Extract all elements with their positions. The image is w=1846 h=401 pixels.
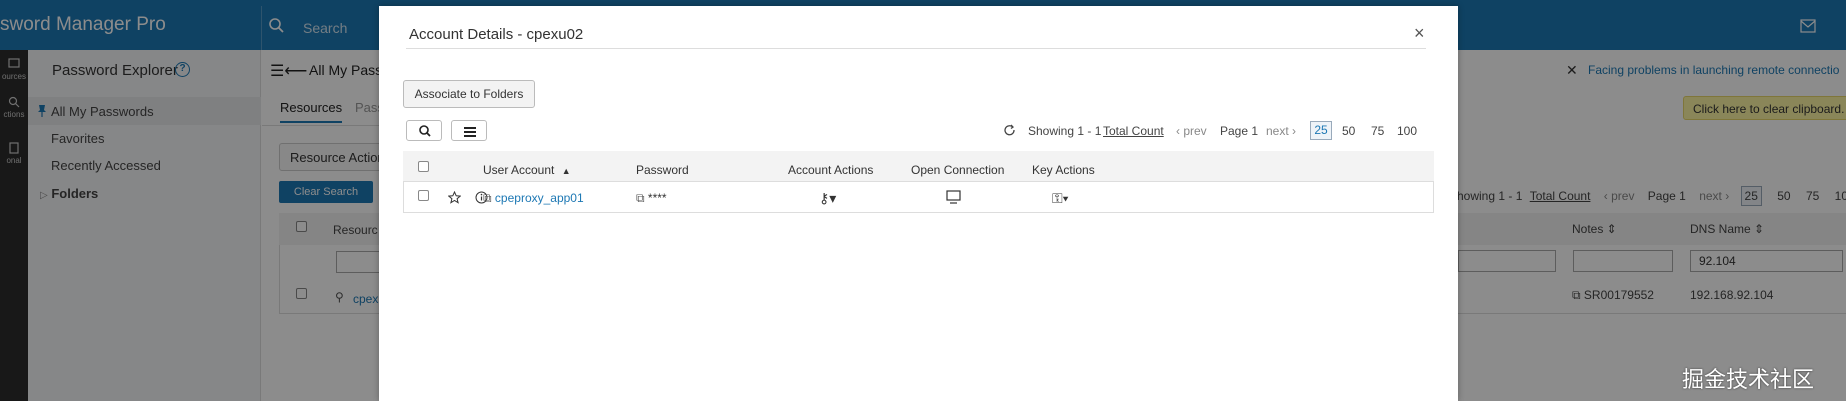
- page-size-75[interactable]: 75: [1371, 124, 1384, 138]
- modal-divider: [406, 48, 1426, 49]
- row-checkbox[interactable]: [418, 190, 429, 201]
- page-size-100[interactable]: 100: [1397, 124, 1417, 138]
- refresh-icon[interactable]: [1003, 124, 1016, 137]
- modal-title: Account Details - cpexu02: [409, 26, 584, 43]
- copy-icon[interactable]: ⧉: [636, 191, 645, 205]
- page-label: Page 1: [1220, 124, 1259, 138]
- close-icon[interactable]: ×: [1414, 23, 1425, 44]
- key-actions-column-header: Key Actions: [1032, 163, 1095, 177]
- page-size-25[interactable]: 25: [1310, 121, 1332, 140]
- user-account-column-header[interactable]: User Account ▲: [483, 163, 571, 177]
- open-connection-icon[interactable]: [946, 190, 962, 207]
- paging-showing: Showing 1 - 1: [1028, 124, 1102, 138]
- account-actions-column-header: Account Actions: [788, 163, 874, 177]
- password-cell: ⧉ ****: [636, 191, 667, 206]
- star-icon[interactable]: [448, 191, 461, 204]
- user-account-cell: ⧉ cpeproxy_app01: [483, 191, 584, 206]
- sort-icon[interactable]: ▲: [562, 166, 571, 176]
- search-icon: [419, 125, 431, 137]
- user-account-header-label: User Account: [483, 163, 555, 177]
- masked-password: ****: [647, 191, 667, 205]
- list-view-button[interactable]: [451, 120, 487, 141]
- next-page-link[interactable]: next ›: [1266, 124, 1296, 138]
- password-column-header: Password: [636, 163, 689, 177]
- watermark: 掘金技术社区: [1682, 368, 1815, 393]
- select-all-checkbox[interactable]: [418, 161, 429, 172]
- search-toggle-button[interactable]: [406, 120, 442, 141]
- total-count-link[interactable]: Total Count: [1103, 124, 1164, 138]
- key-actions-icon[interactable]: ⚿▾: [1052, 190, 1069, 207]
- associate-to-folders-button[interactable]: Associate to Folders: [403, 80, 535, 108]
- monitor-icon: [946, 190, 961, 204]
- account-actions-icon[interactable]: ⚷▾: [819, 190, 836, 207]
- account-details-modal: Account Details - cpexu02 × Associate to…: [379, 6, 1458, 401]
- prev-page-link[interactable]: ‹ prev: [1176, 124, 1207, 138]
- user-account-link[interactable]: cpeproxy_app01: [495, 191, 584, 205]
- page-size-50[interactable]: 50: [1342, 124, 1355, 138]
- list-icon: [464, 127, 476, 137]
- copy-icon[interactable]: ⧉: [483, 191, 492, 205]
- open-connection-column-header: Open Connection: [911, 163, 1005, 177]
